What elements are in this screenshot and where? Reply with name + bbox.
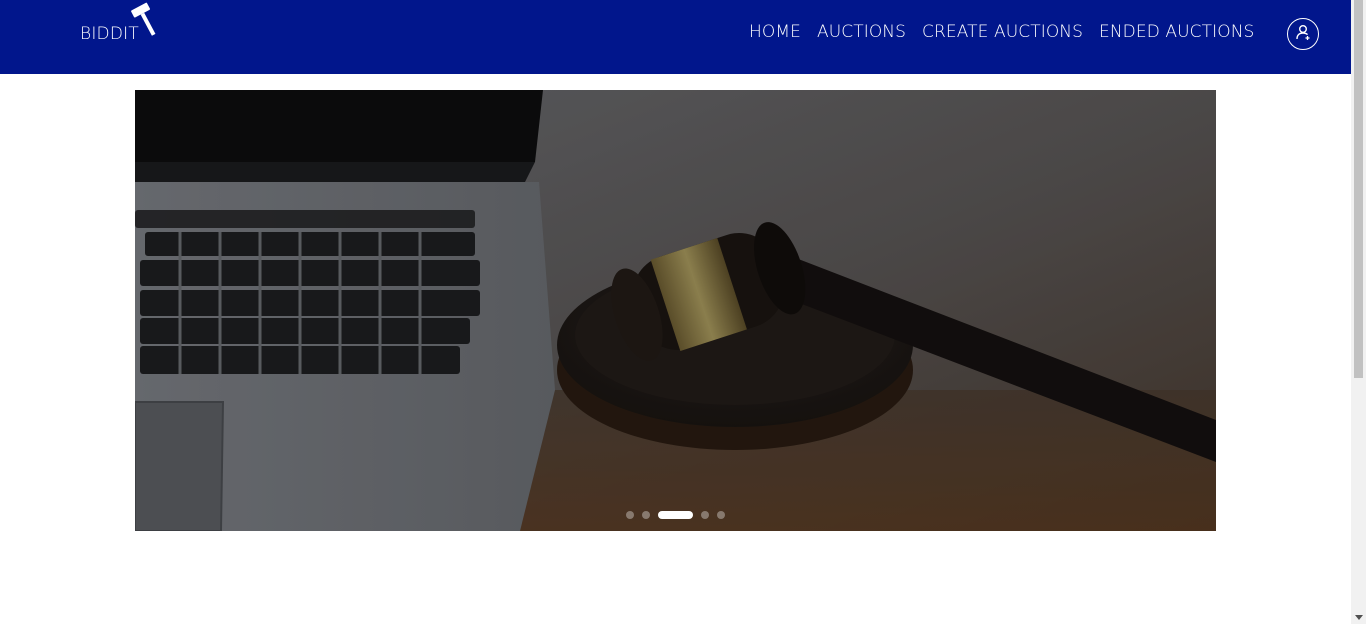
carousel-indicator-active[interactable] xyxy=(658,511,693,519)
nav-auctions-link[interactable]: AUCTIONS xyxy=(817,22,906,42)
carousel-indicator[interactable] xyxy=(626,511,634,519)
carousel-indicators xyxy=(135,511,1216,519)
carousel-indicator[interactable] xyxy=(717,511,725,519)
nav-ended-auctions-link[interactable]: ENDED AUCTIONS xyxy=(1099,22,1254,42)
user-add-icon xyxy=(1294,23,1312,45)
hero-carousel[interactable] xyxy=(135,90,1216,531)
nav-home-link[interactable]: HOME xyxy=(749,22,801,42)
carousel-indicator[interactable] xyxy=(642,511,650,519)
scrollbar-thumb[interactable] xyxy=(1354,0,1363,378)
top-navbar: BIDDIT HOME AUCTIONS CREATE AUCTIONS END… xyxy=(0,0,1351,74)
main-nav: HOME AUCTIONS CREATE AUCTIONS ENDED AUCT… xyxy=(749,22,1270,42)
carousel-slide-image xyxy=(135,90,1216,531)
scroll-down-arrow-icon[interactable] xyxy=(1355,615,1363,620)
carousel-indicator[interactable] xyxy=(701,511,709,519)
user-account-button[interactable] xyxy=(1287,18,1319,50)
page-scrollbar[interactable] xyxy=(1351,0,1366,624)
nav-create-auctions-link[interactable]: CREATE AUCTIONS xyxy=(922,22,1083,42)
gavel-icon xyxy=(130,0,162,40)
